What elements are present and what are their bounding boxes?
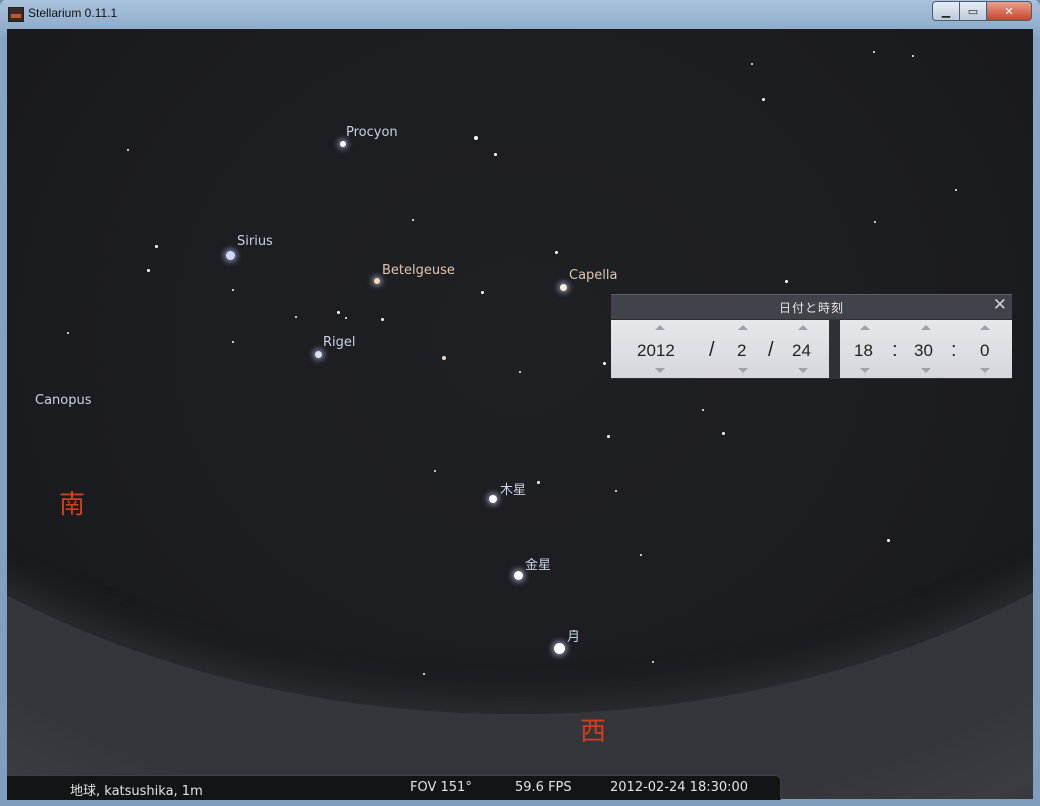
star: [345, 317, 347, 319]
star: [873, 51, 875, 53]
star: [785, 280, 788, 283]
betelgeuse-star[interactable]: [374, 278, 380, 284]
day-down-arrow-icon[interactable]: [798, 368, 808, 373]
minute-down-arrow-icon[interactable]: [921, 368, 931, 373]
sirius-label: Sirius: [237, 234, 273, 249]
month-up-arrow-icon[interactable]: [738, 325, 748, 330]
jupiter-planet[interactable]: [489, 495, 497, 503]
star: [874, 221, 876, 223]
second-down-arrow-icon[interactable]: [980, 368, 990, 373]
year-up-arrow-icon[interactable]: [655, 325, 665, 330]
month-spinbox[interactable]: 2: [737, 341, 746, 361]
time-separator: :: [892, 339, 898, 361]
time-separator: :: [951, 339, 957, 361]
date-separator: /: [709, 339, 715, 361]
jupiter-label: 木星: [500, 483, 527, 498]
time-panel: 18 : 30 : 0: [840, 320, 1012, 378]
minimize-button[interactable]: ▁: [932, 1, 960, 21]
stellarium-app-icon: [8, 7, 24, 22]
star: [537, 481, 540, 484]
year-spinbox[interactable]: 2012: [637, 341, 675, 361]
star: [652, 661, 654, 663]
fov-info: FOV 151°: [410, 780, 472, 795]
dialog-body: 2012 / 2 / 24 18 : 30 : 0: [611, 319, 1012, 379]
venus-label: 金星: [525, 558, 552, 573]
star: [295, 316, 297, 318]
star: [722, 432, 725, 435]
star: [423, 673, 425, 675]
star: [751, 63, 753, 65]
year-down-arrow-icon[interactable]: [655, 368, 665, 373]
star: [434, 470, 436, 472]
rigel-star[interactable]: [315, 351, 322, 358]
location-info: 地球, katsushika, 1m: [70, 784, 203, 799]
star: [232, 341, 234, 343]
maximize-button[interactable]: ▭: [960, 1, 987, 21]
month-down-arrow-icon[interactable]: [738, 368, 748, 373]
landscape-ground: [7, 29, 1033, 799]
venus-planet[interactable]: [514, 571, 523, 580]
star: [337, 311, 340, 314]
hour-spinbox[interactable]: 18: [854, 341, 873, 361]
title-bar[interactable]: Stellarium 0.11.1 ▁ ▭ ✕: [0, 0, 1040, 28]
star: [640, 554, 642, 556]
dialog-close-icon[interactable]: ✕: [993, 295, 1007, 315]
star: [955, 189, 957, 191]
cardinal-south: 南: [59, 490, 86, 520]
procyon-label: Procyon: [346, 125, 398, 140]
star: [127, 149, 129, 151]
star: [494, 153, 497, 156]
star: [702, 409, 704, 411]
second-up-arrow-icon[interactable]: [980, 325, 990, 330]
star: [412, 219, 414, 221]
moon-label: 月: [567, 630, 581, 645]
day-up-arrow-icon[interactable]: [798, 325, 808, 330]
star: [519, 371, 521, 373]
close-button[interactable]: ✕: [987, 1, 1032, 21]
rigel-label: Rigel: [323, 335, 356, 350]
status-bar: 地球, katsushika, 1m FOV 151° 59.6 FPS 201…: [7, 775, 781, 800]
star: [442, 356, 446, 360]
star: [381, 318, 384, 321]
capella-label: Capella: [569, 268, 618, 283]
window-title: Stellarium 0.11.1: [28, 6, 118, 20]
star: [481, 291, 484, 294]
dialog-title: 日付と時刻: [778, 301, 844, 315]
sirius-star[interactable]: [226, 251, 235, 260]
capella-star[interactable]: [560, 284, 567, 291]
star: [474, 136, 478, 140]
cardinal-west: 西: [580, 717, 607, 747]
star: [615, 490, 617, 492]
star: [912, 55, 914, 57]
star: [887, 539, 890, 542]
second-spinbox[interactable]: 0: [980, 341, 989, 361]
star: [762, 98, 765, 101]
fps-info: 59.6 FPS: [515, 780, 572, 795]
datetime-info: 2012-02-24 18:30:00: [610, 780, 749, 795]
moon[interactable]: [554, 643, 565, 654]
date-panel: 2012 / 2 / 24: [611, 320, 829, 378]
date-separator: /: [768, 339, 774, 361]
star: [232, 289, 234, 291]
canopus-label: Canopus: [35, 393, 92, 408]
date-time-dialog: 日付と時刻 ✕ 2012 / 2 / 24 18 : 30: 0: [611, 294, 1012, 379]
stellarium-window: Stellarium 0.11.1 ▁ ▭ ✕ Procyon Sirius B…: [0, 0, 1040, 806]
day-spinbox[interactable]: 24: [792, 341, 811, 361]
minute-up-arrow-icon[interactable]: [921, 325, 931, 330]
star: [155, 245, 158, 248]
hour-down-arrow-icon[interactable]: [860, 368, 870, 373]
minute-spinbox[interactable]: 30: [914, 341, 933, 361]
betelgeuse-label: Betelgeuse: [382, 263, 455, 278]
star: [607, 435, 610, 438]
star: [67, 332, 69, 334]
procyon-star[interactable]: [340, 141, 346, 147]
dialog-title-bar[interactable]: 日付と時刻 ✕: [611, 294, 1012, 319]
star: [555, 251, 558, 254]
hour-up-arrow-icon[interactable]: [860, 325, 870, 330]
window-controls: ▁ ▭ ✕: [932, 1, 1032, 21]
sky-view[interactable]: Procyon Sirius Betelgeuse Capella Rigel …: [7, 29, 1033, 799]
star: [147, 269, 150, 272]
star: [603, 362, 606, 365]
